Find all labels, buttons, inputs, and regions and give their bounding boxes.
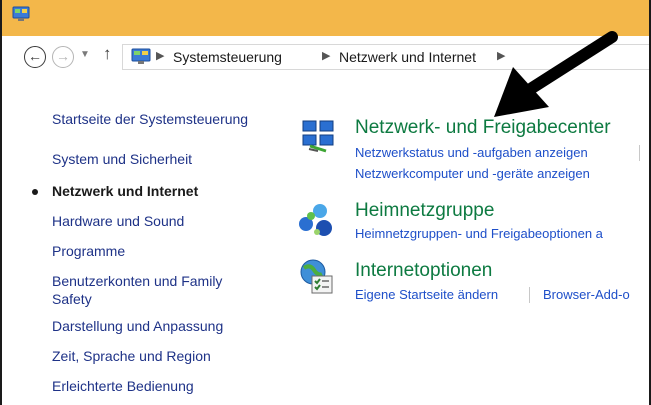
annotation-arrow <box>494 31 618 117</box>
control-panel-window: ← → ▼ ↑ ▶ Systemsteuerung ▶ Netzwerk und… <box>0 0 651 405</box>
